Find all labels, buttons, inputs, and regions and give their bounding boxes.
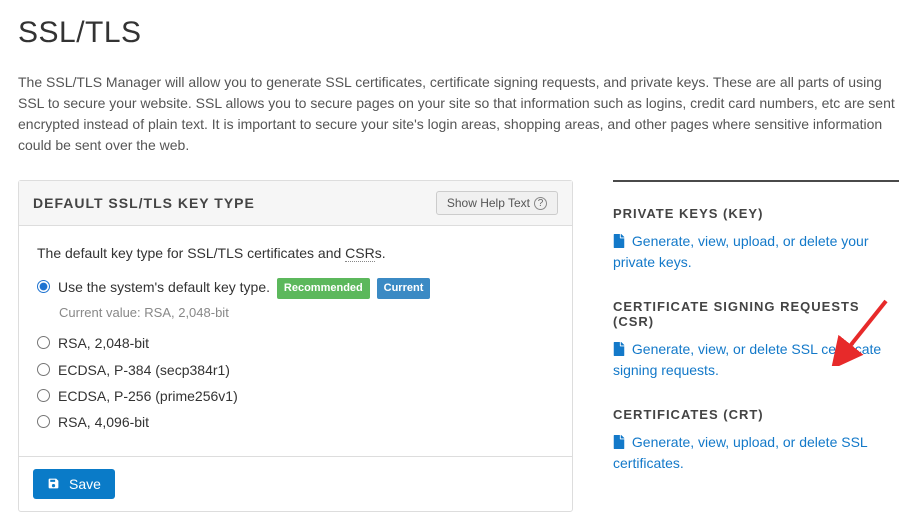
badge-recommended: Recommended [277, 278, 370, 300]
panel-intro: The default key type for SSL/TLS certifi… [37, 242, 554, 264]
private-keys-block: PRIVATE KEYS (KEY) Generate, view, uploa… [613, 206, 899, 273]
save-button-label: Save [69, 476, 101, 492]
crt-heading: CERTIFICATES (CRT) [613, 407, 899, 422]
help-button-label: Show Help Text [447, 196, 530, 210]
key-type-options: Use the system's default key type. Recom… [37, 276, 554, 299]
option-label: ECDSA, P-256 (prime256v1) [58, 385, 238, 407]
show-help-text-button[interactable]: Show Help Text ? [436, 191, 558, 215]
panel-header: DEFAULT SSL/TLS KEY TYPE Show Help Text … [19, 181, 572, 226]
page-title: SSL/TLS [18, 16, 899, 50]
help-icon: ? [534, 197, 547, 210]
intro-text: The SSL/TLS Manager will allow you to ge… [18, 72, 899, 156]
csr-link[interactable]: Generate, view, or delete SSL certificat… [613, 339, 899, 381]
csr-block: CERTIFICATE SIGNING REQUESTS (CSR) Gener… [613, 299, 899, 381]
file-icon [613, 234, 625, 248]
private-keys-heading: PRIVATE KEYS (KEY) [613, 206, 899, 221]
radio-ecdsa-p256[interactable] [37, 389, 50, 402]
private-keys-link[interactable]: Generate, view, upload, or delete your p… [613, 231, 899, 273]
crt-link[interactable]: Generate, view, upload, or delete SSL ce… [613, 432, 899, 474]
radio-ecdsa-p384[interactable] [37, 363, 50, 376]
option-label: Use the system's default key type. [58, 279, 270, 295]
radio-rsa-2048[interactable] [37, 336, 50, 349]
key-type-options-rest: RSA, 2,048-bit ECDSA, P-384 (secp384r1) … [37, 332, 554, 434]
csr-abbr: CSR [345, 245, 375, 262]
csr-heading: CERTIFICATE SIGNING REQUESTS (CSR) [613, 299, 899, 329]
key-type-panel: DEFAULT SSL/TLS KEY TYPE Show Help Text … [18, 180, 573, 512]
option-system-default[interactable]: Use the system's default key type. Recom… [37, 276, 554, 299]
sidebar: PRIVATE KEYS (KEY) Generate, view, uploa… [613, 180, 899, 500]
option-rsa-2048[interactable]: RSA, 2,048-bit [37, 332, 554, 354]
badge-current: Current [377, 278, 431, 300]
panel-footer: Save [19, 456, 572, 511]
option-label: RSA, 2,048-bit [58, 332, 149, 354]
radio-rsa-4096[interactable] [37, 415, 50, 428]
file-icon [613, 435, 625, 449]
panel-body: The default key type for SSL/TLS certifi… [19, 226, 572, 456]
file-icon [613, 342, 625, 356]
option-label: RSA, 4,096-bit [58, 411, 149, 433]
save-button[interactable]: Save [33, 469, 115, 499]
current-value: Current value: RSA, 2,048-bit [59, 303, 554, 324]
option-ecdsa-p256[interactable]: ECDSA, P-256 (prime256v1) [37, 385, 554, 407]
radio-system-default[interactable] [37, 280, 50, 293]
crt-block: CERTIFICATES (CRT) Generate, view, uploa… [613, 407, 899, 474]
option-label: ECDSA, P-384 (secp384r1) [58, 359, 230, 381]
option-rsa-4096[interactable]: RSA, 4,096-bit [37, 411, 554, 433]
option-ecdsa-p384[interactable]: ECDSA, P-384 (secp384r1) [37, 359, 554, 381]
save-icon [47, 477, 60, 490]
panel-title: DEFAULT SSL/TLS KEY TYPE [33, 195, 255, 211]
